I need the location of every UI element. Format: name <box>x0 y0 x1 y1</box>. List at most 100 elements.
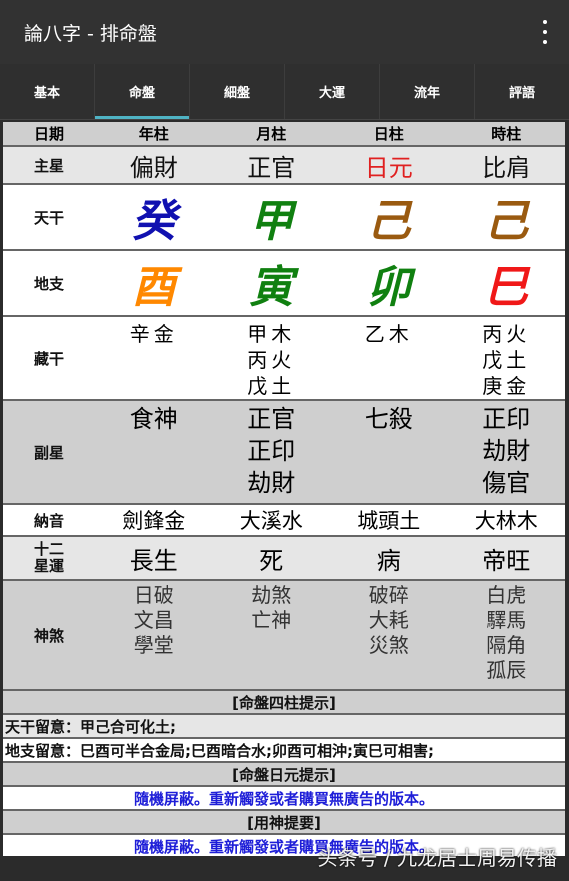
nayin-year: 劍鋒金 <box>95 504 213 537</box>
shensha-item: 日破 <box>133 583 174 607</box>
shensha-day: 破碎 大耗 災煞 <box>330 580 448 691</box>
tiangan-label: 天干 <box>3 184 95 251</box>
canggan-label: 藏干 <box>3 316 95 401</box>
shensha-row: 神煞 日破 文昌 學堂 劫煞 亡神 破碎 大耗 災煞 白虎 驛馬 隔角 孤辰 <box>3 580 565 691</box>
shensha-year: 日破 文昌 學堂 <box>95 580 213 691</box>
ad-notice-1[interactable]: 隨機屏蔽。重新觸發或者購買無廣告的版本。 <box>3 787 565 811</box>
header-day: 日柱 <box>330 122 448 147</box>
canggan-hour: 丙火 戊土 庚金 <box>447 316 565 401</box>
tab-comments[interactable]: 評語 <box>475 64 569 119</box>
dizhi-day: 卯 <box>330 250 448 317</box>
header-date: 日期 <box>3 122 95 147</box>
tab-liunian[interactable]: 流年 <box>380 64 475 119</box>
xingyun-year: 長生 <box>95 536 213 581</box>
fuxing-item: 傷官 <box>482 469 531 497</box>
canggan-item: 丙火 <box>247 348 296 372</box>
xingyun-label: 十二 星運 <box>3 536 95 581</box>
dizhi-month: 寅 <box>212 250 330 317</box>
canggan-item: 丙火 <box>482 322 531 346</box>
shensha-item: 驛馬 <box>486 608 527 632</box>
canggan-item: 甲木 <box>247 322 296 346</box>
header-year: 年柱 <box>95 122 213 147</box>
canggan-item: 辛金 <box>129 322 178 346</box>
tiangan-row: 天干 癸 甲 己 己 <box>3 184 565 251</box>
yongshen-section-title: [用神提要] <box>3 811 565 835</box>
overflow-menu-icon[interactable] <box>541 20 549 44</box>
zhuxing-row: 主星 偏財 正官 日元 比肩 <box>3 146 565 185</box>
nayin-label: 納音 <box>3 504 95 537</box>
zhuxing-year: 偏財 <box>95 146 213 185</box>
tab-detail[interactable]: 細盤 <box>190 64 285 119</box>
xingyun-day: 病 <box>330 536 448 581</box>
riyuan-section-title: [命盤日元提示] <box>3 763 565 787</box>
canggan-item: 乙木 <box>364 322 413 346</box>
tiangan-day: 己 <box>330 184 448 251</box>
shensha-label: 神煞 <box>3 580 95 691</box>
shensha-item: 大耗 <box>368 608 409 632</box>
shensha-item: 隔角 <box>486 633 527 657</box>
header-month: 月柱 <box>212 122 330 147</box>
canggan-row: 藏干 辛金 甲木 丙火 戊土 乙木 丙火 戊土 庚金 <box>3 316 565 401</box>
chart-content: 日期 年柱 月柱 日柱 時柱 主星 偏財 正官 日元 比肩 天干 癸 甲 己 己… <box>3 122 565 859</box>
canggan-item: 戊土 <box>482 348 531 372</box>
header-row: 日期 年柱 月柱 日柱 時柱 <box>3 122 565 147</box>
xingyun-hour: 帝旺 <box>447 536 565 581</box>
xingyun-label-bottom: 星運 <box>33 557 64 575</box>
tab-chart[interactable]: 命盤 <box>95 64 190 119</box>
shensha-item: 破碎 <box>368 583 409 607</box>
fuxing-item: 正官 <box>247 405 296 433</box>
app-title: 論八字 - 排命盤 <box>24 22 157 45</box>
fuxing-year: 食神 <box>95 400 213 505</box>
tab-dayun[interactable]: 大運 <box>285 64 380 119</box>
shensha-month: 劫煞 亡神 <box>212 580 330 691</box>
shensha-item: 劫煞 <box>251 583 292 607</box>
dizhi-note: 地支留意：巳酉可半合金局;巳酉暗合水;卯酉可相沖;寅巳可相害; <box>3 739 565 763</box>
sizhu-section-title: [命盤四柱提示] <box>3 691 565 715</box>
canggan-year: 辛金 <box>95 316 213 401</box>
fuxing-item: 劫財 <box>482 437 531 465</box>
shensha-item: 文昌 <box>133 608 174 632</box>
canggan-item: 庚金 <box>482 374 531 398</box>
canggan-item: 戊土 <box>247 374 296 398</box>
nayin-hour: 大林木 <box>447 504 565 537</box>
nayin-row: 納音 劍鋒金 大溪水 城頭土 大林木 <box>3 504 565 537</box>
xingyun-month: 死 <box>212 536 330 581</box>
xingyun-label-top: 十二 <box>33 540 64 558</box>
shensha-item: 白虎 <box>486 583 527 607</box>
dizhi-year: 酉 <box>95 250 213 317</box>
shensha-item: 災煞 <box>368 633 409 657</box>
tiangan-hour: 己 <box>447 184 565 251</box>
fuxing-item: 七殺 <box>364 405 413 433</box>
fuxing-item: 食神 <box>129 405 178 433</box>
nayin-day: 城頭土 <box>330 504 448 537</box>
nayin-month: 大溪水 <box>212 504 330 537</box>
zhuxing-month: 正官 <box>212 146 330 185</box>
fuxing-item: 正印 <box>247 437 296 465</box>
tiangan-year: 癸 <box>95 184 213 251</box>
fuxing-item: 正印 <box>482 405 531 433</box>
dizhi-label: 地支 <box>3 250 95 317</box>
dizhi-row: 地支 酉 寅 卯 巳 <box>3 250 565 317</box>
shensha-hour: 白虎 驛馬 隔角 孤辰 <box>447 580 565 691</box>
zhuxing-hour: 比肩 <box>447 146 565 185</box>
fuxing-month: 正官 正印 劫財 <box>212 400 330 505</box>
canggan-day: 乙木 <box>330 316 448 401</box>
shensha-item: 孤辰 <box>486 658 527 682</box>
bazi-table: 日期 年柱 月柱 日柱 時柱 主星 偏財 正官 日元 比肩 天干 癸 甲 己 己… <box>3 122 565 691</box>
zhuxing-day: 日元 <box>330 146 448 185</box>
fuxing-item: 劫財 <box>247 469 296 497</box>
canggan-month: 甲木 丙火 戊土 <box>212 316 330 401</box>
header-hour: 時柱 <box>447 122 565 147</box>
fuxing-day: 七殺 <box>330 400 448 505</box>
app-bar: 論八字 - 排命盤 <box>0 0 569 64</box>
shensha-item: 學堂 <box>133 633 174 657</box>
watermark-text: 头条号 / 九龙居士周易传播 <box>317 846 557 870</box>
xingyun-row: 十二 星運 長生 死 病 帝旺 <box>3 536 565 581</box>
tab-bar: 基本 命盤 細盤 大運 流年 評語 <box>0 64 569 120</box>
dizhi-hour: 巳 <box>447 250 565 317</box>
shensha-item: 亡神 <box>251 608 292 632</box>
tiangan-month: 甲 <box>212 184 330 251</box>
fuxing-hour: 正印 劫財 傷官 <box>447 400 565 505</box>
tab-basic[interactable]: 基本 <box>0 64 95 119</box>
tiangan-note: 天干留意：甲己合可化土; <box>3 715 565 739</box>
